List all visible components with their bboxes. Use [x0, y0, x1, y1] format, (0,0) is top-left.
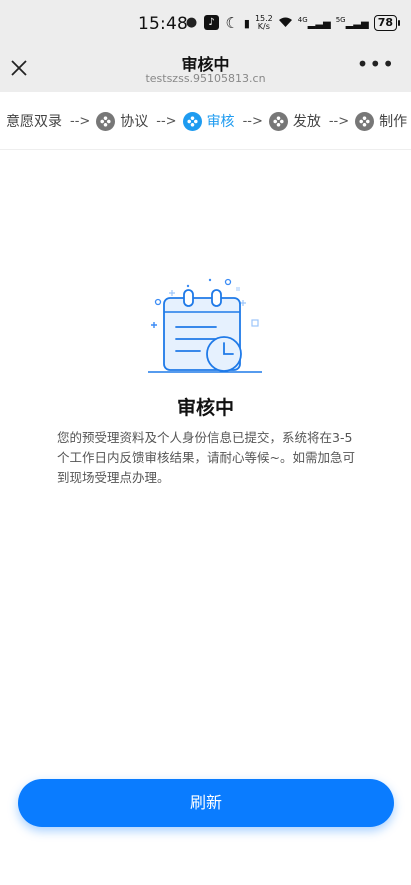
- vibrate-icon: ▮: [243, 16, 250, 30]
- step-dot-icon: [96, 111, 116, 131]
- do-not-disturb-icon: ☾: [225, 14, 239, 32]
- wifi-icon: [278, 16, 293, 31]
- step-zhizuo[interactable]: 制作: [355, 111, 407, 131]
- signal-4g: 4G▂▃▅: [297, 16, 331, 30]
- signal-5g: 5G▂▃▅: [335, 16, 369, 30]
- notification-icons: ● ♪: [184, 15, 219, 30]
- net-speed-unit: K/s: [257, 22, 270, 31]
- step-shenhe[interactable]: 审核: [182, 111, 235, 131]
- step-dot-icon: [355, 111, 375, 131]
- step-xieyi[interactable]: 协议: [96, 111, 148, 131]
- douyin-icon: ♪: [204, 15, 219, 30]
- qq-icon: ●: [185, 15, 198, 30]
- steps-track: 意愿双录 --> 协议 --> 审核 --> 发放 --> 制作: [6, 111, 407, 131]
- step-dot-icon: [182, 111, 202, 131]
- step-arrow: -->: [70, 113, 91, 129]
- step-label: 制作: [379, 114, 408, 130]
- step-yiyuan[interactable]: 意愿双录: [6, 111, 62, 131]
- page-url: testszss.95105813.cn: [145, 72, 266, 85]
- step-label: 意愿双录: [6, 114, 62, 130]
- status-time: 15:48: [138, 14, 188, 34]
- step-label: 审核: [206, 114, 235, 130]
- more-icon[interactable]: •••: [357, 54, 395, 74]
- status-description: 您的预受理资料及个人身份信息已提交，系统将在3-5个工作日内反馈审核结果，请耐心…: [57, 430, 355, 485]
- refresh-button[interactable]: 刷新: [18, 779, 394, 827]
- nav-bar: 审核中 testszss.95105813.cn •••: [0, 46, 411, 92]
- status-indicators: ☾ ▮ 15.2 K/s 4G▂▃▅ 5G▂▃▅ 78: [225, 14, 401, 32]
- step-arrow: -->: [328, 113, 350, 129]
- battery-indicator: 78: [373, 15, 401, 31]
- status-title: 审核中: [176, 397, 234, 419]
- step-dot-icon: [268, 111, 288, 131]
- signal-4g-label: 4G: [297, 16, 308, 25]
- net-speed: 15.2 K/s: [255, 15, 273, 31]
- status-bar: 15:48 ● ♪ ☾ ▮ 15.2 K/s 4G▂▃▅ 5G▂▃▅ 78: [0, 0, 411, 46]
- signal-5g-label: 5G: [335, 16, 346, 25]
- step-arrow: -->: [156, 113, 177, 129]
- step-fafang[interactable]: 发放: [268, 111, 321, 131]
- progress-steps: 意愿双录 --> 协议 --> 审核 --> 发放 --> 制作: [0, 92, 411, 150]
- step-label: 发放: [292, 114, 321, 130]
- step-label: 协议: [120, 114, 149, 130]
- step-arrow: -->: [242, 113, 263, 129]
- calendar-clock-icon: [140, 272, 270, 382]
